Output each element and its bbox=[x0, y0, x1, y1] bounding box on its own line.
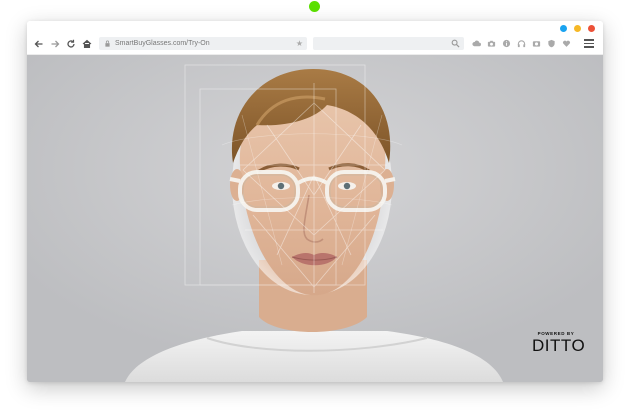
cloud-icon[interactable] bbox=[471, 38, 482, 49]
search-input[interactable] bbox=[313, 37, 464, 50]
info-icon[interactable] bbox=[501, 38, 512, 49]
window-button-blue[interactable] bbox=[560, 25, 567, 32]
url-text: SmartBuyGlasses.com/Try-On bbox=[115, 40, 210, 47]
close-button[interactable] bbox=[588, 25, 595, 32]
bookmark-star-icon[interactable]: ★ bbox=[296, 39, 303, 48]
brand-logo-text: DITTO bbox=[532, 336, 586, 355]
browser-toolbar: SmartBuyGlasses.com/Try-On ★ bbox=[27, 34, 603, 55]
search-icon bbox=[451, 39, 460, 48]
try-on-face-image bbox=[27, 55, 603, 382]
minimize-button[interactable] bbox=[574, 25, 581, 32]
title-bar bbox=[27, 21, 603, 34]
address-bar[interactable]: SmartBuyGlasses.com/Try-On ★ bbox=[99, 37, 307, 50]
home-icon[interactable] bbox=[80, 37, 94, 51]
camera-icon[interactable] bbox=[486, 38, 497, 49]
menu-icon[interactable] bbox=[584, 39, 594, 48]
ditto-logo: POWERED BY DITTO bbox=[532, 331, 586, 361]
forward-arrow-icon[interactable] bbox=[48, 37, 62, 51]
status-indicator-dot bbox=[309, 1, 320, 12]
lock-icon bbox=[103, 39, 112, 48]
headphones-icon[interactable] bbox=[516, 38, 527, 49]
virtual-try-on-view[interactable]: POWERED BY DITTO bbox=[27, 55, 603, 382]
screenshot-icon[interactable] bbox=[531, 38, 542, 49]
extension-icons bbox=[471, 38, 572, 50]
reload-icon[interactable] bbox=[64, 37, 78, 51]
shield-icon[interactable] bbox=[546, 38, 557, 49]
back-arrow-icon[interactable] bbox=[32, 37, 46, 51]
browser-window: SmartBuyGlasses.com/Try-On ★ POWERED BY … bbox=[27, 21, 603, 382]
heart-icon[interactable] bbox=[561, 38, 572, 49]
